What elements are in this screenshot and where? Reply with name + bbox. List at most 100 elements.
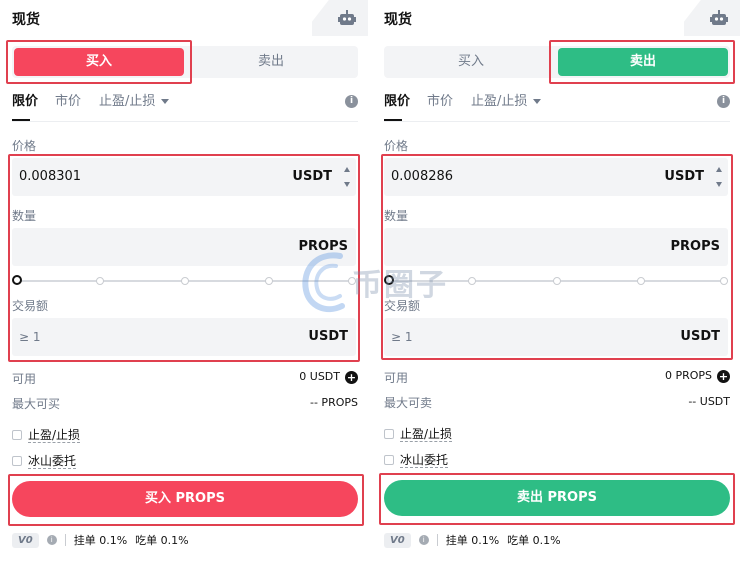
- quantity-input[interactable]: PROPS: [12, 228, 356, 266]
- available-value: 0 PROPS +: [665, 369, 730, 383]
- tpsl-checkbox-label: 止盈/止损: [400, 427, 453, 442]
- price-unit: USDT: [664, 169, 704, 184]
- info-icon[interactable]: i: [345, 95, 358, 108]
- slider-step-50[interactable]: [181, 277, 189, 285]
- amount-input[interactable]: ≥ 1 USDT: [12, 318, 356, 356]
- tab-sell[interactable]: 卖出: [558, 48, 728, 76]
- available-label: 可用: [12, 372, 37, 386]
- chevron-down-icon: [161, 99, 170, 104]
- quantity-input[interactable]: PROPS: [384, 228, 728, 266]
- price-value: 0.008301: [19, 169, 82, 184]
- panel-title: 现货: [384, 12, 412, 28]
- chevron-up-icon[interactable]: [716, 167, 722, 172]
- amount-input[interactable]: ≥ 1 USDT: [384, 318, 728, 356]
- side-tabs: 买入 卖出: [12, 46, 358, 78]
- slider-step-50[interactable]: [553, 277, 561, 285]
- chevron-down-icon: [533, 99, 542, 104]
- quantity-unit: PROPS: [298, 239, 348, 254]
- tpsl-checkbox-label: 止盈/止损: [28, 428, 81, 443]
- plus-icon[interactable]: +: [345, 370, 358, 384]
- tab-tpsl-label: 止盈/止损: [99, 94, 156, 109]
- plus-icon[interactable]: +: [717, 369, 730, 383]
- max-buy-value: -- PROPS: [310, 396, 358, 409]
- percent-slider[interactable]: [384, 275, 728, 286]
- available-amount: 0 PROPS: [664, 369, 712, 382]
- slider-step-75[interactable]: [265, 277, 273, 285]
- price-input[interactable]: 0.008286 USDT: [384, 158, 728, 196]
- tab-tpsl[interactable]: 止盈/止损: [471, 92, 542, 112]
- amount-unit: USDT: [308, 329, 348, 344]
- info-icon[interactable]: i: [46, 535, 57, 545]
- vip-badge[interactable]: V0: [384, 532, 411, 548]
- iceberg-checkbox-label: 冰山委托: [400, 453, 449, 468]
- sell-panel: 现货 买入 卖出 限价 市价 止盈/止损 i 价格 0.008286 USDT …: [372, 0, 744, 562]
- panel-title: 现货: [12, 12, 40, 28]
- tab-buy[interactable]: 买入: [14, 48, 184, 76]
- amount-label: 交易额: [12, 299, 49, 313]
- tab-limit[interactable]: 限价: [384, 92, 410, 121]
- slider-step-100[interactable]: [348, 277, 356, 285]
- available-value: 0 USDT +: [299, 370, 358, 384]
- price-label: 价格: [384, 139, 409, 153]
- buy-submit-button[interactable]: 买入 PROPS: [12, 481, 358, 517]
- price-value: 0.008286: [391, 169, 454, 184]
- info-icon[interactable]: i: [418, 535, 429, 545]
- chevron-down-icon[interactable]: [344, 182, 350, 187]
- robot-icon: [338, 10, 356, 25]
- available-amount: 0 USDT: [299, 370, 340, 383]
- tpsl-checkbox[interactable]: 止盈/止损: [384, 425, 453, 442]
- maker-fee: 挂单 0.1%: [445, 534, 500, 547]
- iceberg-checkbox[interactable]: 冰山委托: [12, 452, 77, 469]
- price-input[interactable]: 0.008301 USDT: [12, 158, 356, 196]
- buy-panel: 现货 买入 卖出 限价 市价 止盈/止损 i 价格 0.008301 USDT …: [0, 0, 372, 562]
- amount-placeholder: ≥ 1: [19, 330, 41, 344]
- sell-submit-button[interactable]: 卖出 PROPS: [384, 480, 730, 516]
- order-type-tabs: 限价 市价 止盈/止损 i: [12, 92, 358, 122]
- fee-row: V0 i 挂单 0.1% 吃单 0.1%: [12, 532, 197, 548]
- taker-fee: 吃单 0.1%: [135, 534, 189, 547]
- quantity-unit: PROPS: [670, 239, 720, 254]
- tab-market[interactable]: 市价: [427, 92, 453, 112]
- iceberg-checkbox[interactable]: 冰山委托: [384, 451, 449, 468]
- chevron-up-icon[interactable]: [344, 167, 350, 172]
- slider-step-100[interactable]: [720, 277, 728, 285]
- iceberg-checkbox-label: 冰山委托: [28, 454, 77, 469]
- percent-slider[interactable]: [12, 275, 356, 286]
- price-label: 价格: [12, 139, 37, 153]
- order-type-tabs: 限价 市价 止盈/止损 i: [384, 92, 730, 122]
- chevron-down-icon[interactable]: [716, 182, 722, 187]
- max-buy-label: 最大可买: [12, 397, 61, 411]
- side-tabs: 买入 卖出: [384, 46, 730, 78]
- divider: [436, 534, 438, 546]
- quantity-label: 数量: [12, 209, 37, 223]
- slider-step-25[interactable]: [96, 277, 104, 285]
- available-label: 可用: [384, 371, 409, 385]
- tpsl-checkbox[interactable]: 止盈/止损: [12, 426, 81, 443]
- slider-step-75[interactable]: [637, 277, 645, 285]
- taker-fee: 吃单 0.1%: [507, 534, 561, 547]
- checkbox-box[interactable]: [384, 428, 394, 439]
- maker-fee: 挂单 0.1%: [73, 534, 128, 547]
- tab-tpsl-label: 止盈/止损: [471, 94, 528, 109]
- slider-step-25[interactable]: [468, 277, 476, 285]
- checkbox-box[interactable]: [12, 455, 22, 466]
- tab-market[interactable]: 市价: [55, 92, 81, 112]
- amount-unit: USDT: [680, 329, 720, 344]
- price-stepper[interactable]: [712, 158, 728, 196]
- price-stepper[interactable]: [340, 158, 356, 196]
- info-icon[interactable]: i: [717, 95, 730, 108]
- slider-handle[interactable]: [384, 275, 394, 285]
- tab-limit[interactable]: 限价: [12, 92, 38, 121]
- amount-label: 交易额: [384, 299, 421, 313]
- slider-handle[interactable]: [12, 275, 22, 285]
- vip-badge[interactable]: V0: [12, 532, 39, 548]
- amount-placeholder: ≥ 1: [391, 330, 413, 344]
- divider: [64, 534, 66, 546]
- tab-tpsl[interactable]: 止盈/止损: [99, 92, 170, 112]
- tab-buy[interactable]: 买入: [386, 48, 556, 76]
- fee-row: V0 i 挂单 0.1% 吃单 0.1%: [384, 532, 569, 548]
- checkbox-box[interactable]: [12, 429, 22, 440]
- price-unit: USDT: [292, 169, 332, 184]
- tab-sell[interactable]: 卖出: [186, 48, 356, 76]
- checkbox-box[interactable]: [384, 454, 394, 465]
